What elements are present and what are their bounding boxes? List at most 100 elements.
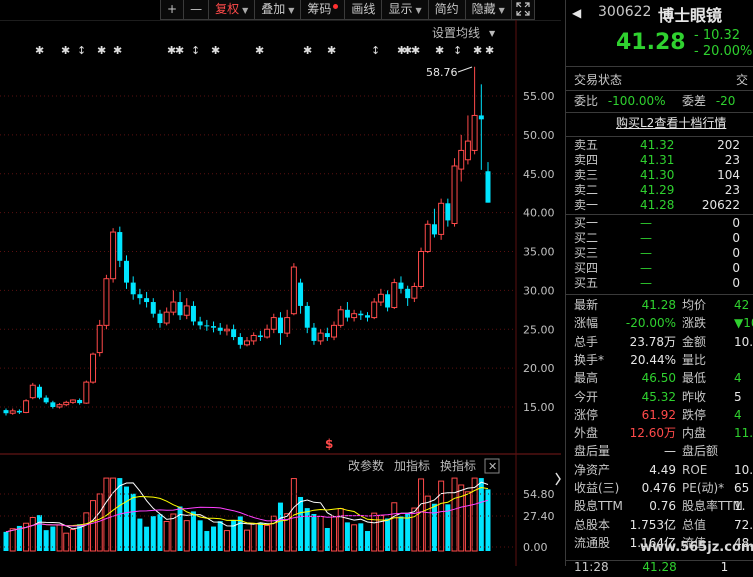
stat-row: 总股本 1.753亿总值 72.3 (574, 516, 753, 534)
level-volume: 23 (724, 153, 740, 167)
candle-body (438, 202, 445, 235)
quote-panel: ◀ 300622 博士眼镜 41.28 - 10.32 - 20.00% 交易状… (565, 0, 753, 574)
event-marker-icon[interactable]: ↕ (453, 44, 462, 57)
event-marker-icon[interactable]: ✱ (473, 44, 482, 57)
event-marker-icon[interactable]: ✱ (411, 44, 420, 57)
volume-bar (418, 478, 425, 552)
level-label: 买五 (574, 276, 599, 290)
event-marker-icon[interactable]: ✱ (211, 44, 220, 57)
event-marker-icon[interactable]: ↕ (371, 44, 380, 57)
settings-ma-label[interactable]: 设置均线 (432, 26, 480, 40)
zoom-in-button[interactable]: + (160, 0, 185, 20)
event-marker-icon[interactable]: ✱ (113, 44, 122, 57)
candle-body (9, 410, 16, 414)
candle-body (23, 400, 30, 413)
level-volume: 202 (717, 138, 740, 152)
volume-bar (43, 530, 49, 551)
caret-down-icon: ▼ (288, 6, 295, 15)
stat-value-2: 10. (734, 462, 753, 477)
volume-bar (177, 506, 183, 551)
volume-bar (478, 478, 484, 551)
candle-body (3, 410, 9, 414)
event-marker-icon[interactable]: ↕ (77, 44, 86, 57)
volume-tick-label: 27.40 (523, 510, 555, 523)
stat-value-2: 5 (734, 389, 742, 404)
candle-body (69, 399, 76, 403)
panel-collapse-handle[interactable] (555, 472, 561, 486)
event-marker-icon[interactable]: ✱ (97, 44, 106, 57)
ask-level: 卖二 41.29 23 (574, 183, 752, 198)
stat-row: 最新 41.28 均价 42 (574, 296, 753, 314)
candle-body (217, 327, 223, 331)
price-tick-label: 20.00 (523, 362, 555, 375)
event-marker-icon[interactable]: ✱ (485, 44, 494, 57)
dividend-event-icon[interactable]: $ (325, 437, 333, 451)
stat-label: 盘后量 (574, 444, 611, 459)
candle-body (478, 115, 484, 120)
event-marker-icon[interactable]: ✱ (175, 44, 184, 57)
event-marker-icon[interactable]: ↕ (191, 44, 200, 57)
volume-bar (365, 531, 370, 551)
candle-body (197, 321, 203, 326)
current-price: 41.28 (616, 30, 686, 55)
stat-value-2: 11.1 (734, 426, 753, 441)
stat-value: 61.92 (641, 407, 676, 422)
event-marker-icon[interactable]: ✱ (61, 44, 70, 57)
stat-value: 41.28 (641, 298, 676, 312)
stat-label: 总手 (574, 334, 599, 349)
kline-chart-area[interactable]: 设置均线 ▼ ✱ ✱ ↕ ✱ ✱ ✱ ✱ ↕ ✱ ✱ ✱ ✱ ↕ ✱ ✱ ✱ ✱ ↕ ✱ ✱ 55.00 50.00 45… (0, 19, 561, 566)
indicator-toolbar: 改参数 加指标 换指标 ✕ (348, 458, 500, 474)
event-marker-icon[interactable]: ✱ (35, 44, 44, 57)
stat-value: -20.00% (625, 316, 676, 331)
volume-bar (371, 512, 378, 552)
stat-row: 净资产 4.49 ROE 10. (574, 461, 753, 479)
stat-value-2: 65 (734, 481, 750, 495)
chips-button[interactable]: 筹码 (300, 0, 346, 20)
overlay-label: 叠加 (261, 2, 286, 16)
volume-bar (137, 518, 143, 551)
event-marker-icon[interactable]: ✱ (435, 44, 444, 57)
hide-dropdown[interactable]: 隐藏 ▼ (464, 0, 512, 20)
fullscreen-icon[interactable] (510, 0, 535, 20)
kline-chart[interactable]: 设置均线 ▼ ✱ ✱ ↕ ✱ ✱ ✱✱ ↕ ✱ ✱ ✱ ✱ ↕ ✱✱✱ ✱ ↕ ✱ ✱ 55.0050.0045… (0, 19, 561, 566)
level-price: — (640, 231, 652, 245)
candle-body (83, 381, 90, 404)
l2-purchase-link[interactable]: 购买L2查看十档行情 (616, 114, 726, 133)
close-icon[interactable]: ✕ (488, 460, 497, 473)
candle-body (398, 282, 404, 289)
stat-label: 流通股 (574, 535, 611, 550)
zoom-out-button[interactable]: — (183, 0, 210, 20)
adjust-rights-dropdown[interactable]: 复权 ▼ (208, 0, 256, 20)
display-dropdown[interactable]: 显示 ▼ (381, 0, 429, 20)
bid-level: 买五 — 0 (574, 276, 752, 291)
candle-body (324, 333, 330, 338)
volume-bar (324, 527, 330, 551)
stat-label: 净资产 (574, 462, 611, 477)
event-marker-icon[interactable]: ✱ (327, 44, 336, 57)
level-volume: 0 (732, 231, 740, 245)
level-label: 卖一 (574, 198, 599, 212)
simple-mode-button[interactable]: 简约 (427, 0, 466, 20)
caret-down-icon[interactable]: ▼ (489, 29, 496, 38)
price-tick-label: 50.00 (523, 129, 555, 142)
stat-label-2: 量比 (682, 352, 707, 367)
stat-row: 盘后量 — 盘后额 (574, 442, 753, 460)
back-arrow-icon[interactable]: ◀ (572, 6, 581, 20)
switch-indicator-button[interactable]: 换指标 (440, 458, 476, 473)
event-marker-icon[interactable]: ✱ (303, 44, 312, 57)
ask-level: 卖三 41.30 104 (574, 168, 752, 183)
add-indicator-button[interactable]: 加指标 (394, 458, 430, 473)
level-price: 41.28 (640, 198, 675, 212)
draw-line-button[interactable]: 画线 (344, 0, 383, 20)
candle-body (257, 335, 263, 338)
candle-body (36, 386, 42, 398)
candle-body (56, 404, 63, 408)
change-params-button[interactable]: 改参数 (348, 458, 384, 473)
event-marker-icon[interactable]: ✱ (255, 44, 264, 57)
high-price-pointer (457, 66, 473, 73)
candle-body (424, 223, 431, 253)
stat-value-2: 10.0 (734, 334, 753, 349)
stat-row: 收益(三) 0.476 PE(动)* 65 (574, 479, 753, 497)
overlay-dropdown[interactable]: 叠加 ▼ (254, 0, 302, 20)
candle-body (231, 329, 237, 338)
